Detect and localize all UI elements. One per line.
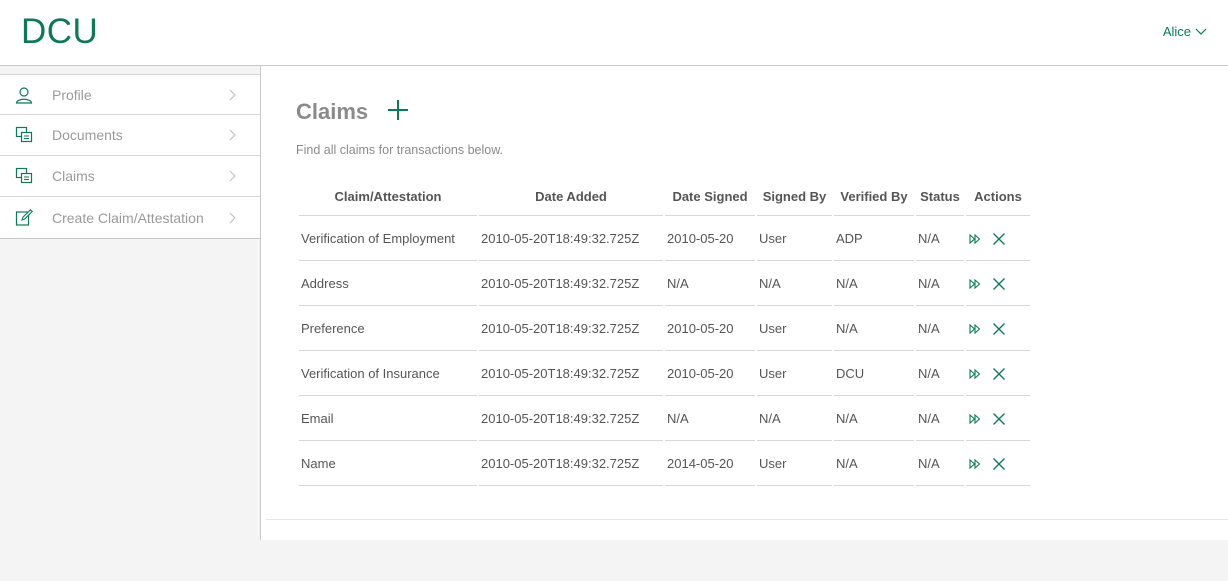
status-cell: N/A [916, 441, 964, 486]
fast-forward-icon[interactable] [968, 322, 982, 336]
sidebar-item-create-claim[interactable]: Create Claim/Attestation [0, 197, 260, 238]
signed-by-cell: User [757, 216, 832, 261]
claim-link[interactable]: Verification of Insurance [299, 351, 477, 396]
actions-cell [966, 306, 1030, 351]
signed-by-cell: User [757, 441, 832, 486]
actions-cell [966, 261, 1030, 306]
column-header-status[interactable]: Status [916, 177, 964, 216]
column-header-verified-by[interactable]: Verified By [834, 177, 914, 216]
table-row: Verification of Employment 2010-05-20T18… [299, 216, 1030, 261]
status-cell: N/A [916, 261, 964, 306]
column-header-claim[interactable]: Claim/Attestation [299, 177, 477, 216]
close-icon[interactable] [992, 457, 1006, 471]
date-signed-cell: 2014-05-20 [665, 441, 755, 486]
table-row: Preference 2010-05-20T18:49:32.725Z 2010… [299, 306, 1030, 351]
chevron-down-icon [1195, 28, 1207, 35]
close-icon[interactable] [992, 277, 1006, 291]
table-row: Address 2010-05-20T18:49:32.725Z N/A N/A… [299, 261, 1030, 306]
documents-icon [14, 125, 34, 145]
sidebar-item-documents[interactable]: Documents [0, 115, 260, 156]
add-claim-button[interactable] [386, 98, 410, 122]
date-added-cell: 2010-05-20T18:49:32.725Z [479, 306, 663, 351]
top-bar: DCU Alice [0, 0, 1228, 66]
sidebar-item-profile[interactable]: Profile [0, 74, 260, 115]
logo[interactable]: DCU [21, 12, 98, 52]
main-content: Claims Find all claims for transactions … [261, 66, 1228, 540]
status-cell: N/A [916, 306, 964, 351]
actions-cell [966, 441, 1030, 486]
verified-by-cell: DCU [834, 351, 914, 396]
date-added-cell: 2010-05-20T18:49:32.725Z [479, 441, 663, 486]
close-icon[interactable] [992, 367, 1006, 381]
fast-forward-icon[interactable] [968, 412, 982, 426]
sidebar-item-label: Claims [52, 168, 95, 184]
claim-link[interactable]: Name [299, 441, 477, 486]
signed-by-cell: N/A [757, 261, 832, 306]
actions-cell [966, 396, 1030, 441]
fast-forward-icon[interactable] [968, 232, 982, 246]
claims-table: Claim/Attestation Date Added Date Signed… [297, 177, 1032, 486]
page-subtitle: Find all claims for transactions below. [296, 143, 504, 157]
close-icon[interactable] [992, 412, 1006, 426]
fast-forward-icon[interactable] [968, 367, 982, 381]
fast-forward-icon[interactable] [968, 457, 982, 471]
sidebar-item-label: Create Claim/Attestation [52, 209, 204, 226]
chevron-right-icon [229, 89, 236, 100]
chevron-right-icon [229, 170, 236, 182]
status-cell: N/A [916, 351, 964, 396]
sidebar-item-label: Profile [52, 86, 92, 103]
table-row: Email 2010-05-20T18:49:32.725Z N/A N/A N… [299, 396, 1030, 441]
date-added-cell: 2010-05-20T18:49:32.725Z [479, 261, 663, 306]
chevron-right-icon [229, 129, 236, 141]
column-header-date-signed[interactable]: Date Signed [665, 177, 755, 216]
signed-by-cell: N/A [757, 396, 832, 441]
verified-by-cell: N/A [834, 306, 914, 351]
claim-link[interactable]: Address [299, 261, 477, 306]
close-icon[interactable] [992, 322, 1006, 336]
claims-icon [14, 166, 34, 186]
sidebar-item-label: Documents [52, 127, 123, 143]
status-cell: N/A [916, 216, 964, 261]
table-header-row: Claim/Attestation Date Added Date Signed… [299, 177, 1030, 216]
date-signed-cell: 2010-05-20 [665, 351, 755, 396]
column-header-actions: Actions [966, 177, 1030, 216]
content-divider [266, 519, 1228, 520]
signed-by-cell: User [757, 306, 832, 351]
actions-cell [966, 216, 1030, 261]
signed-by-cell: User [757, 351, 832, 396]
verified-by-cell: N/A [834, 441, 914, 486]
table-row: Name 2010-05-20T18:49:32.725Z 2014-05-20… [299, 441, 1030, 486]
claim-link[interactable]: Verification of Employment [299, 216, 477, 261]
close-icon[interactable] [992, 232, 1006, 246]
date-added-cell: 2010-05-20T18:49:32.725Z [479, 216, 663, 261]
verified-by-cell: N/A [834, 396, 914, 441]
user-menu[interactable]: Alice [1163, 24, 1207, 39]
actions-cell [966, 351, 1030, 396]
date-signed-cell: 2010-05-20 [665, 216, 755, 261]
edit-icon [14, 208, 34, 228]
date-signed-cell: N/A [665, 396, 755, 441]
claim-link[interactable]: Preference [299, 306, 477, 351]
user-name: Alice [1162, 24, 1191, 39]
verified-by-cell: ADP [834, 216, 914, 261]
sidebar: Profile Documents Claims Create Claim/At… [0, 66, 261, 540]
page-title: Claims [296, 99, 369, 124]
sidebar-item-claims[interactable]: Claims [0, 156, 260, 197]
sidebar-nav: Profile Documents Claims Create Claim/At… [0, 74, 260, 239]
table-row: Verification of Insurance 2010-05-20T18:… [299, 351, 1030, 396]
date-added-cell: 2010-05-20T18:49:32.725Z [479, 351, 663, 396]
verified-by-cell: N/A [834, 261, 914, 306]
date-signed-cell: N/A [665, 261, 755, 306]
column-header-date-added[interactable]: Date Added [479, 177, 663, 216]
date-added-cell: 2010-05-20T18:49:32.725Z [479, 396, 663, 441]
chevron-right-icon [229, 212, 236, 223]
status-cell: N/A [916, 396, 964, 441]
claim-link[interactable]: Email [299, 396, 477, 441]
column-header-signed-by[interactable]: Signed By [757, 177, 832, 216]
date-signed-cell: 2010-05-20 [665, 306, 755, 351]
fast-forward-icon[interactable] [968, 277, 982, 291]
user-icon [14, 85, 34, 105]
